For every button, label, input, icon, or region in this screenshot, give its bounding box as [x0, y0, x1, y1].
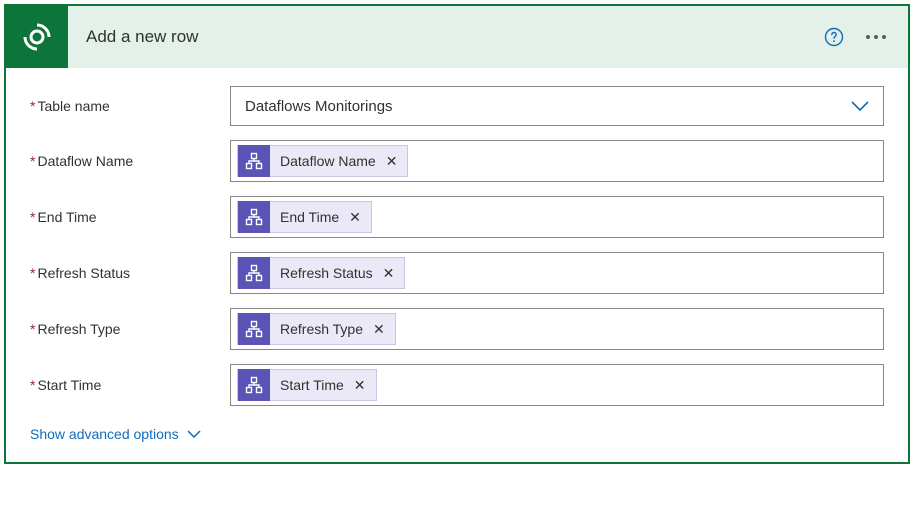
remove-token-icon[interactable]: ✕	[384, 153, 400, 170]
token-label: Refresh Type	[278, 321, 363, 337]
label-refresh-type: *Refresh Type	[30, 321, 230, 337]
dynamic-content-icon	[238, 313, 270, 345]
row-refresh-type: *Refresh Type Refresh Type ✕	[30, 308, 884, 350]
chevron-down-icon	[187, 429, 201, 439]
token-label: Refresh Status	[278, 265, 373, 281]
advanced-label: Show advanced options	[30, 426, 179, 442]
remove-token-icon[interactable]: ✕	[352, 377, 368, 394]
label-start-time: *Start Time	[30, 377, 230, 393]
label-end-time: *End Time	[30, 209, 230, 225]
refresh-status-input[interactable]: Refresh Status ✕	[230, 252, 884, 294]
row-start-time: *Start Time Start Time ✕	[30, 364, 884, 406]
end-time-input[interactable]: End Time ✕	[230, 196, 884, 238]
dynamic-content-icon	[238, 145, 270, 177]
connector-icon	[6, 6, 68, 68]
remove-token-icon[interactable]: ✕	[381, 265, 397, 282]
help-icon[interactable]	[824, 27, 844, 47]
dataflow-name-input[interactable]: Dataflow Name ✕	[230, 140, 884, 182]
row-end-time: *End Time End Time ✕	[30, 196, 884, 238]
token-start-time[interactable]: Start Time ✕	[237, 369, 377, 401]
dynamic-content-icon	[238, 369, 270, 401]
token-label: End Time	[278, 209, 339, 225]
row-table-name: *Table name Dataflows Monitorings	[30, 86, 884, 126]
show-advanced-options[interactable]: Show advanced options	[30, 426, 201, 442]
token-label: Dataflow Name	[278, 153, 376, 169]
card-body: *Table name Dataflows Monitorings *Dataf…	[6, 68, 908, 462]
row-dataflow-name: *Dataflow Name Dataflow Name ✕	[30, 140, 884, 182]
token-dataflow-name[interactable]: Dataflow Name ✕	[237, 145, 408, 177]
token-refresh-type[interactable]: Refresh Type ✕	[237, 313, 396, 345]
start-time-input[interactable]: Start Time ✕	[230, 364, 884, 406]
token-label: Start Time	[278, 377, 344, 393]
remove-token-icon[interactable]: ✕	[347, 209, 363, 226]
refresh-type-input[interactable]: Refresh Type ✕	[230, 308, 884, 350]
dynamic-content-icon	[238, 257, 270, 289]
label-refresh-status: *Refresh Status	[30, 265, 230, 281]
table-name-select[interactable]: Dataflows Monitorings	[230, 86, 884, 126]
action-card: Add a new row *Table name Dataflows Moni…	[4, 4, 910, 464]
more-icon[interactable]	[862, 31, 890, 43]
card-title: Add a new row	[68, 27, 824, 47]
token-end-time[interactable]: End Time ✕	[237, 201, 372, 233]
token-refresh-status[interactable]: Refresh Status ✕	[237, 257, 405, 289]
label-table-name: *Table name	[30, 98, 230, 114]
row-refresh-status: *Refresh Status Refresh Status ✕	[30, 252, 884, 294]
remove-token-icon[interactable]: ✕	[371, 321, 387, 338]
dynamic-content-icon	[238, 201, 270, 233]
header-actions	[824, 27, 896, 47]
table-name-value: Dataflows Monitorings	[245, 98, 851, 115]
chevron-down-icon	[851, 100, 869, 112]
label-dataflow-name: *Dataflow Name	[30, 153, 230, 169]
card-header: Add a new row	[6, 6, 908, 68]
